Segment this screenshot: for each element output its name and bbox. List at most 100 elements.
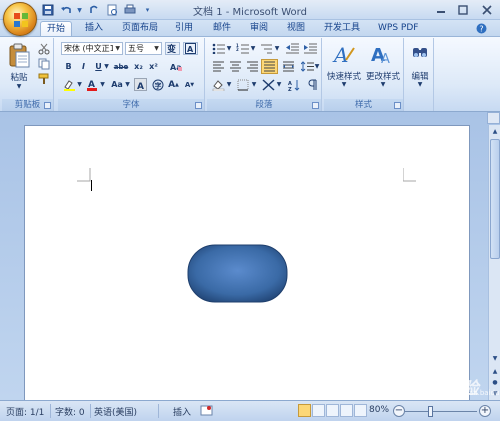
shrink-font-button[interactable]: A ▼ <box>183 78 196 91</box>
draft-view-icon[interactable] <box>354 404 367 417</box>
italic-button[interactable]: I <box>77 60 90 73</box>
paste-dropdown-icon[interactable]: ▼ <box>14 83 24 90</box>
zoom-slider-track[interactable] <box>405 411 477 412</box>
tab-insert[interactable]: 插入 <box>79 21 109 36</box>
tab-wps-pdf[interactable]: WPS PDF <box>372 21 424 36</box>
highlight-dropdown-icon[interactable]: ▼ <box>76 78 83 91</box>
full-screen-reading-icon[interactable] <box>312 404 325 417</box>
bullets-dropdown-icon[interactable]: ▼ <box>226 42 232 55</box>
chinese-layout-dropdown-icon[interactable]: ▼ <box>276 78 282 91</box>
bold-button[interactable]: B <box>62 60 75 73</box>
font-launcher-icon[interactable] <box>195 102 202 109</box>
font-color-dropdown-icon[interactable]: ▼ <box>99 78 106 91</box>
tab-references[interactable]: 引用 <box>169 21 199 36</box>
rounded-rectangle-shape[interactable] <box>187 244 289 304</box>
numbering-icon[interactable]: 12 <box>234 42 250 55</box>
select-browse-object-icon[interactable]: ● <box>490 377 500 387</box>
document-page[interactable] <box>24 125 470 401</box>
distribute-icon[interactable] <box>280 60 296 73</box>
zoom-slider-thumb[interactable] <box>428 406 433 417</box>
font-color-icon[interactable]: A <box>85 78 99 91</box>
maximize-icon[interactable] <box>452 0 474 19</box>
previous-page-icon[interactable]: ▲ <box>490 366 500 376</box>
character-border-icon[interactable]: A <box>183 42 198 55</box>
binoculars-icon[interactable] <box>411 43 429 61</box>
change-case-button[interactable]: Aa <box>109 78 125 91</box>
highlight-icon[interactable] <box>62 78 76 91</box>
increase-indent-icon[interactable] <box>302 42 318 55</box>
align-right-icon[interactable] <box>244 60 260 73</box>
office-button[interactable] <box>3 2 37 36</box>
copy-icon[interactable] <box>37 57 50 70</box>
format-painter-icon[interactable] <box>37 72 50 85</box>
change-case-dropdown-icon[interactable]: ▼ <box>124 78 131 91</box>
line-spacing-icon[interactable] <box>299 60 315 73</box>
print-layout-view-icon[interactable] <box>298 404 311 417</box>
change-styles-dropdown-icon[interactable]: ▼ <box>378 81 388 88</box>
superscript-button[interactable]: x² <box>147 60 160 73</box>
paragraph-launcher-icon[interactable] <box>312 102 319 109</box>
zoom-out-icon[interactable]: − <box>393 405 405 417</box>
grow-font-button[interactable]: A ▲ <box>167 78 180 91</box>
justify-icon[interactable] <box>261 59 278 74</box>
word-count[interactable]: 字数: 0 <box>55 405 85 418</box>
tab-developer[interactable]: 开发工具 <box>318 21 366 36</box>
insert-mode[interactable]: 插入 <box>173 405 191 418</box>
quick-styles-icon[interactable]: A <box>331 41 357 67</box>
zoom-level[interactable]: 80% <box>369 405 389 415</box>
language[interactable]: 英语(美国) <box>94 405 137 418</box>
show-marks-icon[interactable] <box>304 78 320 91</box>
styles-launcher-icon[interactable] <box>394 102 401 109</box>
tab-home[interactable]: 开始 <box>40 21 73 36</box>
tab-view[interactable]: 视图 <box>281 21 311 36</box>
minimize-icon[interactable] <box>430 0 452 19</box>
bullets-icon[interactable] <box>210 42 226 55</box>
clipboard-launcher-icon[interactable] <box>44 102 51 109</box>
web-layout-icon[interactable] <box>326 404 339 417</box>
chevron-down-icon: ▼ <box>115 45 120 52</box>
quick-styles-dropdown-icon[interactable]: ▼ <box>339 81 349 88</box>
editing-dropdown-icon[interactable]: ▼ <box>415 81 425 88</box>
character-shading-icon[interactable]: A <box>134 78 147 91</box>
close-icon[interactable] <box>474 0 500 19</box>
zoom-in-icon[interactable]: + <box>479 405 491 417</box>
multilevel-dropdown-icon[interactable]: ▼ <box>274 42 280 55</box>
font-size-dropdown[interactable]: 五号 ▼ <box>125 42 162 55</box>
phonetic-guide-icon[interactable]: 变 <box>165 42 180 55</box>
shading-icon[interactable] <box>210 78 226 91</box>
underline-dropdown-icon[interactable]: ▼ <box>103 60 110 73</box>
editing-group: 编辑 ▼ <box>406 38 434 111</box>
scroll-thumb[interactable] <box>490 139 500 259</box>
scroll-up-icon[interactable]: ▲ <box>490 126 500 136</box>
sort-icon[interactable]: AZ <box>286 78 302 91</box>
paste-icon[interactable] <box>6 41 32 69</box>
multilevel-list-icon[interactable] <box>258 42 274 55</box>
subscript-button[interactable]: x₂ <box>132 60 145 73</box>
chinese-layout-icon[interactable] <box>260 78 276 91</box>
line-spacing-dropdown-icon[interactable]: ▼ <box>314 60 320 73</box>
tab-page-layout[interactable]: 页面布局 <box>116 21 164 36</box>
strikethrough-button[interactable]: abe <box>112 60 130 73</box>
font-name-dropdown[interactable]: 宋体 (中文正1 ▼ <box>61 42 123 55</box>
tab-review[interactable]: 审阅 <box>244 21 274 36</box>
page-count[interactable]: 页面: 1/1 <box>6 405 44 418</box>
vertical-scrollbar[interactable]: ▲ ▼ ▲ ● ▼ <box>488 125 500 400</box>
cut-icon[interactable] <box>37 42 50 55</box>
align-left-icon[interactable] <box>210 60 226 73</box>
numbering-dropdown-icon[interactable]: ▼ <box>250 42 256 55</box>
enclose-characters-icon[interactable]: 字 <box>151 78 164 91</box>
align-center-icon[interactable] <box>227 60 243 73</box>
help-icon[interactable]: ? <box>475 22 487 34</box>
tab-mailings[interactable]: 邮件 <box>207 21 237 36</box>
change-styles-icon[interactable]: AA <box>369 41 395 67</box>
borders-dropdown-icon[interactable]: ▼ <box>251 78 257 91</box>
borders-icon[interactable] <box>235 78 251 91</box>
macro-record-icon[interactable] <box>200 404 213 420</box>
shading-dropdown-icon[interactable]: ▼ <box>226 78 232 91</box>
outline-view-icon[interactable] <box>340 404 353 417</box>
clear-formatting-icon[interactable]: Aa <box>168 60 184 73</box>
decrease-indent-icon[interactable] <box>284 42 300 55</box>
ruler-toggle-icon[interactable] <box>487 112 500 124</box>
scroll-down-icon[interactable]: ▼ <box>490 353 500 363</box>
paste-label[interactable]: 粘贴 <box>4 71 34 83</box>
